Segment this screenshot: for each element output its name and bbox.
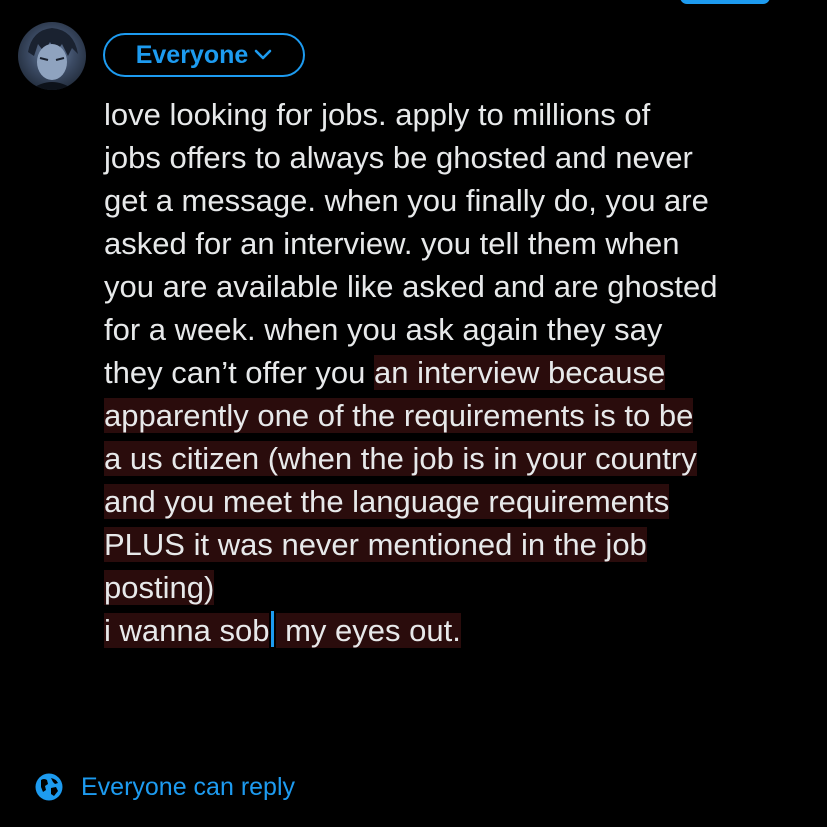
text-line: apparently one of the requirements is to… — [104, 394, 814, 437]
selected-text: my eyes out. — [276, 613, 461, 648]
audience-selector[interactable]: Everyone — [103, 33, 305, 77]
globe-icon — [35, 773, 63, 801]
audience-label: Everyone — [135, 40, 249, 69]
selected-text: PLUS it was never mentioned in the job — [104, 527, 647, 562]
text-line: jobs offers to always be ghosted and nev… — [104, 140, 693, 175]
text-line: for a week. when you ask again they say — [104, 312, 663, 347]
text-line: they can’t offer you an interview becaus… — [104, 351, 814, 394]
reply-setting-label: Everyone can reply — [81, 772, 296, 801]
selected-text: an interview because — [373, 355, 666, 390]
avatar[interactable] — [18, 22, 86, 90]
text-line: PLUS it was never mentioned in the job — [104, 523, 814, 566]
text-line: you are available like asked and are gho… — [104, 269, 718, 304]
text-cursor — [271, 611, 275, 647]
text-line: asked for an interview. you tell them wh… — [104, 226, 680, 261]
chevron-down-icon — [254, 49, 272, 60]
text-line: get a message. when you finally do, you … — [104, 183, 709, 218]
text-line: a us citizen (when the job is in your co… — [104, 437, 814, 480]
text-line: love looking for jobs. apply to millions… — [104, 97, 651, 132]
text-line: posting) — [104, 566, 814, 609]
selected-text: posting) — [104, 570, 215, 605]
text-segment: they can’t offer you — [104, 355, 374, 390]
tweet-text-area[interactable]: love looking for jobs. apply to millions… — [104, 93, 814, 652]
top-action-button[interactable] — [680, 0, 770, 4]
selected-text: apparently one of the requirements is to… — [104, 398, 694, 433]
avatar-image — [28, 28, 78, 90]
selected-text: and you meet the language requirements — [104, 484, 670, 519]
selected-text: a us citizen (when the job is in your co… — [104, 441, 697, 476]
reply-setting-button[interactable]: Everyone can reply — [34, 770, 295, 804]
selected-text: i wanna sob — [104, 613, 270, 648]
text-line: and you meet the language requirements — [104, 480, 814, 523]
text-line: i wanna sob my eyes out. — [104, 609, 814, 652]
